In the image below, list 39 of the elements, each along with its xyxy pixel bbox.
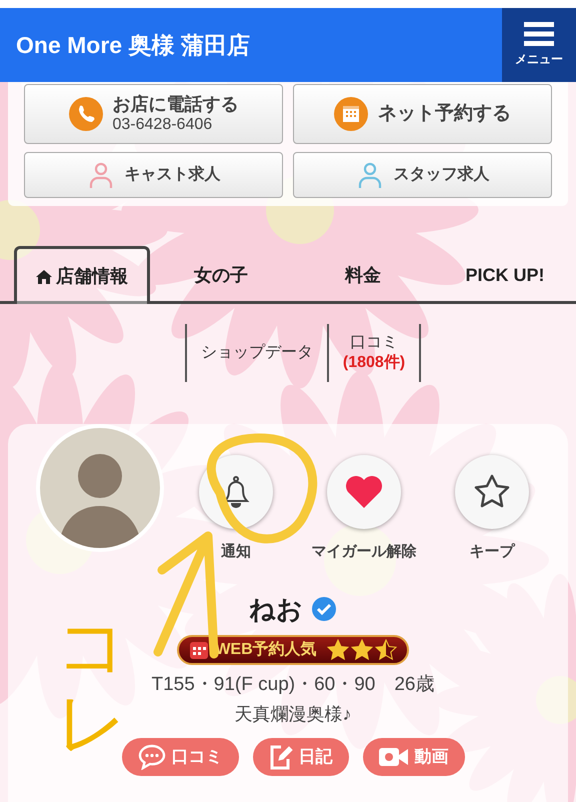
star-icon <box>326 638 349 660</box>
nav-tab[interactable]: PICK UP! <box>434 246 576 304</box>
action-button[interactable]: マイガール解除 <box>310 455 418 564</box>
contact-button[interactable]: ネット予約する <box>293 84 552 144</box>
edit-icon <box>268 744 292 770</box>
heart-icon <box>344 474 384 510</box>
contact-button[interactable]: スタッフ求人 <box>293 152 552 198</box>
button-label: スタッフ求人 <box>394 164 490 185</box>
calendar-icon <box>334 97 368 131</box>
nav-tab[interactable]: 料金 <box>292 246 434 304</box>
action-button[interactable]: 通知 <box>182 455 290 564</box>
menu-icon <box>524 22 554 46</box>
action-label: 通知 <box>221 542 251 562</box>
sub-tab[interactable]: 口コミ (1808件) <box>326 324 422 382</box>
profile-name: ねお <box>249 592 303 626</box>
contact-button[interactable]: キャスト求人 <box>24 152 283 198</box>
star-icon <box>374 638 397 660</box>
speech-bubble-icon <box>138 744 166 770</box>
action-button[interactable]: キープ <box>438 455 546 564</box>
sub-tab[interactable]: ショップデータ <box>184 324 327 382</box>
menu-button[interactable]: メニュー <box>502 8 576 82</box>
phone-icon <box>68 97 102 131</box>
profile-tagline: 天真爛漫奥様♪ <box>234 703 352 726</box>
video-camera-icon <box>378 747 408 767</box>
review-count: (1808件) <box>342 353 406 373</box>
home-icon <box>36 270 52 284</box>
button-label: ネット予約する <box>378 102 511 126</box>
call-label: お店に電話する <box>112 92 238 116</box>
button-label: キャスト求人 <box>124 164 220 185</box>
nav-tab[interactable]: 店舗情報 <box>14 246 150 304</box>
site-title: One More 奥様 蒲田店 <box>15 30 250 60</box>
action-label: マイガール解除 <box>312 542 416 562</box>
action-label: キープ <box>470 542 514 562</box>
star-icon <box>350 638 373 660</box>
call-button[interactable]: お店に電話する 03-6428-6406 <box>24 84 283 144</box>
nav-tab[interactable]: 女の子 <box>150 246 292 304</box>
phone-number: 03-6428-6406 <box>112 115 212 136</box>
calendar-icon <box>189 640 210 660</box>
profile-stats: T155・91(F cup)・60・90 26歳 <box>151 672 434 696</box>
